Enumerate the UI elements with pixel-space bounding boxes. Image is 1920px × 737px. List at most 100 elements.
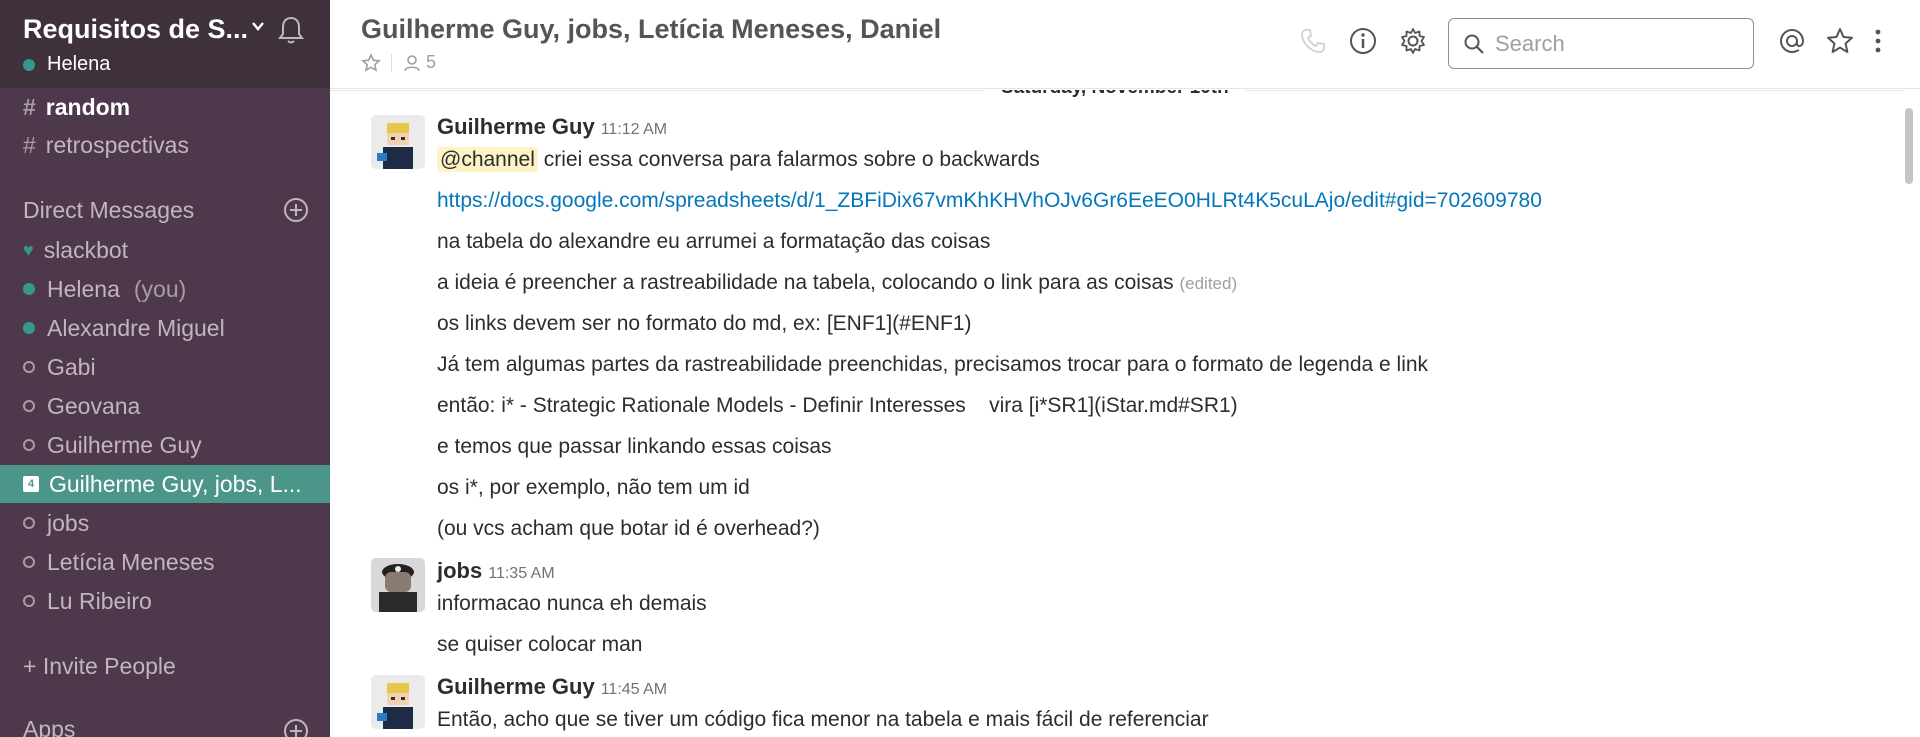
- message-timestamp[interactable]: 11:35 AM: [488, 565, 554, 582]
- star-icon[interactable]: [361, 52, 381, 73]
- away-status-icon: [23, 517, 35, 529]
- spreadsheet-link[interactable]: https://docs.google.com/spreadsheets/d/1…: [437, 189, 1542, 213]
- channel-random[interactable]: # random: [0, 88, 330, 126]
- message-line: a ideia é preencher a rastreabilidade na…: [437, 271, 1174, 294]
- phone-icon[interactable]: [1298, 26, 1328, 56]
- message-line: criei essa conversa para falarmos sobre …: [543, 148, 1040, 171]
- message-line: os links devem ser no formato do md, ex:…: [437, 312, 972, 335]
- avatar-image: [371, 115, 425, 169]
- dm-geovana[interactable]: Geovana: [0, 387, 330, 425]
- message-timestamp[interactable]: 11:45 AM: [601, 681, 667, 698]
- online-status-icon: [23, 322, 35, 334]
- message-line: Já tem algumas partes da rastreabilidade…: [437, 353, 1429, 376]
- dm-alexandre-miguel[interactable]: Alexandre Miguel: [0, 309, 330, 347]
- conversation-meta: 5: [361, 52, 436, 73]
- member-icon[interactable]: [402, 53, 422, 73]
- info-icon[interactable]: [1348, 26, 1378, 56]
- mention-icon[interactable]: [1777, 26, 1807, 56]
- message-line: informacao nunca eh demais: [437, 592, 707, 615]
- current-user-name: Helena: [47, 53, 111, 75]
- add-dm-icon[interactable]: [283, 197, 309, 223]
- avatar[interactable]: [371, 115, 425, 169]
- avatar[interactable]: [371, 675, 425, 729]
- message-line: então: i* - Strategic Rationale Models -…: [437, 394, 1238, 417]
- message-line: se quiser colocar man: [437, 633, 643, 656]
- more-options-icon[interactable]: [1870, 26, 1886, 56]
- channel-label: retrospectivas: [45, 131, 189, 158]
- message-line: (ou vcs acham que botar id é overhead?): [437, 517, 820, 540]
- message-author[interactable]: jobs 11:35 AM: [437, 558, 555, 584]
- dm-label: Geovana: [47, 392, 141, 419]
- dm-gabi[interactable]: Gabi: [0, 348, 330, 386]
- dm-label: Guilherme Guy, jobs, L...: [49, 470, 302, 497]
- apps-section-header[interactable]: Apps: [23, 716, 75, 737]
- dm-label: Guilherme Guy: [47, 431, 202, 458]
- gear-icon[interactable]: [1398, 26, 1428, 56]
- dm-leticia-meneses[interactable]: Letícia Meneses: [0, 543, 330, 581]
- message-timestamp[interactable]: 11:12 AM: [601, 121, 667, 138]
- slack-app: Requisitos de S... Helena # random # ret…: [0, 0, 1920, 737]
- hash-icon: #: [23, 131, 36, 158]
- away-status-icon: [23, 400, 35, 412]
- message-line: os i*, por exemplo, não tem um id: [437, 476, 750, 499]
- date-divider: Saturday, November 10th: [330, 90, 1905, 103]
- dm-label: Alexandre Miguel: [47, 314, 225, 341]
- dm-label: jobs: [47, 509, 90, 536]
- message-text: @channel criei essa conversa para falarm…: [437, 147, 1040, 172]
- heart-icon: ♥: [23, 239, 34, 260]
- message-line: e temos que passar linkando essas coisas: [437, 435, 832, 458]
- team-name[interactable]: Requisitos de S...: [23, 14, 248, 45]
- dm-label: Gabi: [47, 353, 96, 380]
- away-status-icon: [23, 439, 35, 451]
- starred-items-icon[interactable]: [1825, 26, 1855, 56]
- dm-group-active[interactable]: 4 Guilherme Guy, jobs, L...: [0, 465, 330, 503]
- date-label[interactable]: Saturday, November 10th: [985, 90, 1245, 99]
- dm-slackbot[interactable]: ♥ slackbot: [0, 231, 330, 269]
- dm-label: Lu Ribeiro: [47, 587, 152, 614]
- search-box[interactable]: [1448, 18, 1754, 69]
- dm-lu-ribeiro[interactable]: Lu Ribeiro: [0, 582, 330, 620]
- avatar-image: [371, 675, 425, 729]
- dm-label: Helena: [47, 275, 120, 302]
- bell-icon[interactable]: [276, 14, 306, 46]
- chevron-down-icon[interactable]: [250, 18, 266, 34]
- current-user-presence[interactable]: Helena: [23, 53, 110, 76]
- online-status-icon: [23, 58, 35, 71]
- away-status-icon: [23, 361, 35, 373]
- dm-jobs[interactable]: jobs: [0, 504, 330, 542]
- hash-icon: #: [23, 93, 36, 120]
- author-name[interactable]: jobs: [437, 558, 482, 583]
- message-line: Então, acho que se tiver um código fica …: [437, 708, 1209, 731]
- dm-helena[interactable]: Helena (you): [0, 270, 330, 308]
- edited-label: (edited): [1179, 274, 1238, 293]
- away-status-icon: [23, 556, 35, 568]
- channel-label: random: [45, 93, 131, 120]
- message-line: na tabela do alexandre eu arrumei a form…: [437, 230, 991, 253]
- you-label: (you): [133, 275, 187, 302]
- invite-people-link[interactable]: + Invite People: [23, 653, 176, 680]
- add-app-icon[interactable]: [283, 718, 309, 737]
- dm-label: slackbot: [43, 236, 129, 263]
- team-header[interactable]: Requisitos de S... Helena: [0, 0, 330, 88]
- dm-guilherme-guy[interactable]: Guilherme Guy: [0, 426, 330, 464]
- message-author[interactable]: Guilherme Guy 11:45 AM: [437, 674, 667, 700]
- message-author[interactable]: Guilherme Guy 11:12 AM: [437, 114, 667, 140]
- avatar-image: [371, 558, 425, 612]
- conversation-header: Guilherme Guy, jobs, Letícia Meneses, Da…: [330, 0, 1920, 89]
- member-count[interactable]: 5: [426, 52, 436, 73]
- author-name[interactable]: Guilherme Guy: [437, 674, 595, 699]
- channel-retrospectivas[interactable]: # retrospectivas: [0, 126, 330, 164]
- message-scrollbar[interactable]: [1905, 108, 1913, 184]
- message-pane[interactable]: Saturday, November 10th Guilherme Guy 11:…: [330, 90, 1905, 737]
- search-input[interactable]: [1495, 30, 1735, 57]
- channel-mention[interactable]: @channel: [437, 147, 538, 172]
- sidebar: Requisitos de S... Helena # random # ret…: [0, 0, 330, 737]
- meta-divider: [391, 53, 392, 72]
- search-icon: [1464, 34, 1484, 54]
- conversation-title[interactable]: Guilherme Guy, jobs, Letícia Meneses, Da…: [361, 14, 941, 45]
- dm-section-header[interactable]: Direct Messages: [23, 197, 194, 224]
- dm-label: Letícia Meneses: [47, 548, 215, 575]
- avatar[interactable]: [371, 558, 425, 612]
- author-name[interactable]: Guilherme Guy: [437, 114, 595, 139]
- online-status-icon: [23, 283, 35, 295]
